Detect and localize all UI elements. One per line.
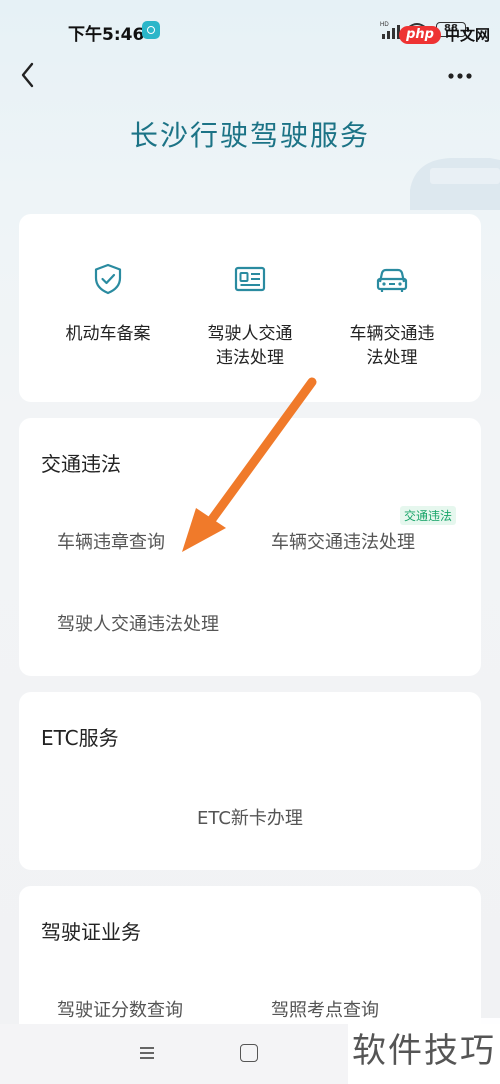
section-title-license: 驾驶证业务 (41, 920, 141, 944)
quick-action-vehicle-violation[interactable]: 车辆交通违 法处理 (315, 262, 469, 370)
service-vehicle-violation-query[interactable]: 车辆违章查询 (57, 528, 165, 554)
watermark-top: php 中文网 (399, 24, 490, 45)
id-card-icon (234, 266, 266, 292)
service-etc-new-card[interactable]: ETC新卡办理 (19, 804, 481, 830)
service-tag: 交通违法 (400, 506, 457, 525)
watermark-text: 中文网 (444, 26, 490, 44)
car-illustration-icon (410, 158, 500, 210)
app-notification-icon (142, 21, 160, 39)
car-icon (376, 268, 408, 292)
service-license-points-query[interactable]: 驾驶证分数查询 (57, 996, 183, 1022)
quick-actions-card: 机动车备案 驾驶人交通 违法处理 车辆交通违 法处理 (19, 214, 481, 402)
menu-icon[interactable] (138, 1044, 156, 1062)
svg-text:HD: HD (380, 22, 389, 28)
status-time: 下午5:46 (68, 25, 145, 45)
quick-action-vehicle-registration[interactable]: 机动车备案 (31, 262, 185, 346)
status-bar: 下午5:46 HD 88 php 中文网 (0, 0, 500, 60)
section-title-traffic: 交通违法 (41, 452, 121, 476)
quick-action-label: 车辆交通违 (349, 324, 435, 344)
quick-action-label-line2: 违法处理 (216, 348, 284, 368)
etc-service-card: ETC服务 ETC新卡办理 (19, 692, 481, 870)
home-icon[interactable] (240, 1044, 258, 1062)
service-vehicle-violation-handle[interactable]: 车辆交通违法处理 (271, 528, 415, 554)
watermark-bottom: 软件技巧 (348, 1018, 500, 1084)
quick-action-label-line2: 法处理 (366, 348, 418, 368)
section-title-etc: ETC服务 (41, 726, 119, 750)
quick-action-label: 机动车备案 (65, 324, 151, 344)
service-driver-violation-handle[interactable]: 驾驶人交通违法处理 (57, 610, 219, 636)
back-arrow-icon[interactable] (16, 60, 42, 90)
shield-check-icon (94, 263, 122, 295)
watermark-badge: php (399, 25, 441, 44)
traffic-violation-card: 交通违法 车辆违章查询 车辆交通违法处理 交通违法 驾驶人交通违法处理 (19, 418, 481, 676)
more-options-icon[interactable] (446, 66, 474, 86)
quick-action-driver-violation[interactable]: 驾驶人交通 违法处理 (173, 262, 327, 370)
quick-action-label: 驾驶人交通 (207, 324, 293, 344)
